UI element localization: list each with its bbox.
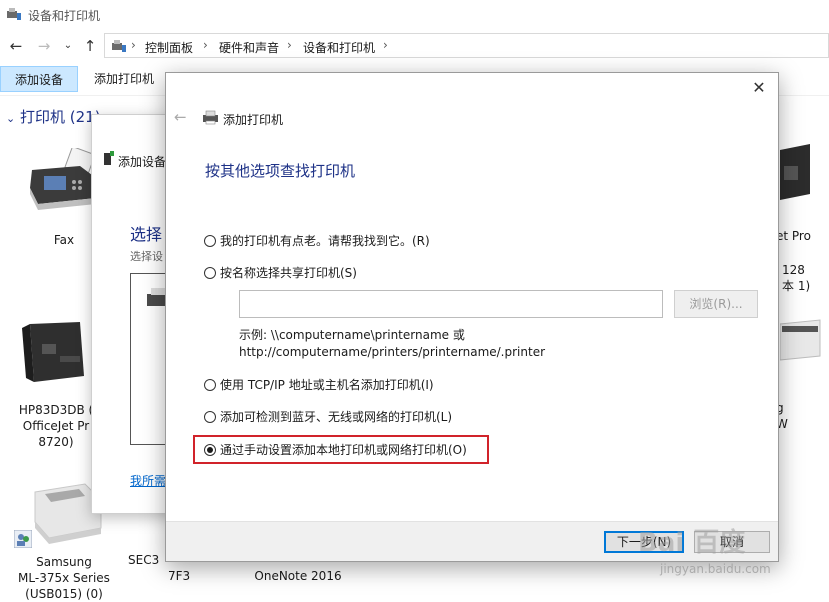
add-device-subtitle: 选择设 — [130, 250, 163, 263]
navigation-bar: ← → ⌄ ↑ › 控制面板 › 硬件和声音 › 设备和打印机 › — [0, 30, 829, 62]
back-arrow-icon[interactable]: ← — [6, 36, 26, 56]
radio-button[interactable] — [204, 267, 216, 279]
shared-printer-name-input[interactable] — [239, 290, 663, 318]
radio-button[interactable] — [204, 235, 216, 247]
device-right-2-label: 128 本 1) — [782, 262, 829, 294]
watermark-logo: Bai 百度 — [638, 528, 746, 558]
option-label: 按名称选择共享打印机(S) — [220, 266, 357, 280]
option-label: 使用 TCP/IP 地址或主机名添加打印机(I) — [220, 378, 434, 392]
printer-icon — [780, 144, 810, 200]
device-label: g W — [776, 401, 788, 431]
recent-locations-chevron-icon[interactable]: ⌄ — [58, 36, 78, 56]
option-tcpip[interactable]: 使用 TCP/IP 地址或主机名添加打印机(I) — [204, 376, 434, 394]
control-panel-icon — [112, 40, 126, 52]
window-title: 设备和打印机 — [28, 9, 101, 23]
device-hp-officejet[interactable]: HP83D3DB ( OfficeJet Pr 8720) — [8, 316, 104, 450]
breadcrumb-separator-icon: › — [131, 38, 136, 52]
printer-icon — [203, 110, 218, 125]
forward-arrow-icon[interactable]: → — [34, 36, 54, 56]
option-shared-by-name[interactable]: 按名称选择共享打印机(S) — [204, 264, 357, 282]
up-arrow-icon[interactable]: ↑ — [80, 36, 100, 56]
add-device-heading: 选择 — [130, 225, 163, 244]
printer-icon — [22, 322, 84, 382]
shared-users-icon — [14, 530, 32, 548]
option-bluetooth-wireless[interactable]: 添加可检测到蓝牙、无线或网络的打印机(L) — [204, 408, 452, 426]
device-label: 128 本 1) — [782, 263, 811, 293]
help-link[interactable]: 我所需 — [130, 472, 166, 489]
add-printer-button[interactable]: 添加打印机 — [80, 66, 168, 92]
add-printer-dialog: ✕ ← 添加打印机 按其他选项查找打印机 我的打印机有点老。请帮我找到它。(R)… — [165, 72, 779, 562]
device-label: HP83D3DB ( OfficeJet Pr 8720) — [18, 403, 93, 449]
breadcrumb-hardware-sound[interactable]: 硬件和声音 — [219, 39, 279, 56]
baidu-watermark: Bai 百度 jingyan.baidu.com — [620, 512, 790, 576]
breadcrumb-separator-icon: › — [203, 38, 208, 52]
watermark-url: jingyan.baidu.com — [660, 562, 771, 576]
example-text: 示例: \\computername\printername 或 http://… — [239, 327, 545, 361]
breadcrumb-separator-icon: › — [383, 38, 388, 52]
example-line-2: http://computername/printers/printername… — [239, 345, 546, 359]
breadcrumb-devices-printers[interactable]: 设备和打印机 — [303, 39, 375, 56]
close-icon[interactable]: ✕ — [748, 77, 770, 99]
red-highlight-box — [193, 435, 489, 464]
device-right-1[interactable] — [780, 140, 829, 210]
device-label: et Pro — [776, 229, 811, 243]
chevron-down-icon: ⌄ — [6, 112, 16, 125]
device-label: OneNote 2016 — [254, 569, 342, 583]
breadcrumb-control-panel[interactable]: 控制面板 — [145, 39, 193, 56]
back-arrow-icon[interactable]: ← — [174, 108, 187, 126]
radio-button[interactable] — [204, 411, 216, 423]
breadcrumb-separator-icon: › — [287, 38, 292, 52]
device-right-1-label: et Pro — [776, 228, 829, 244]
option-label: 添加可检测到蓝牙、无线或网络的打印机(L) — [220, 410, 453, 424]
browse-button[interactable]: 浏览(R)... — [674, 290, 758, 318]
address-bar[interactable]: › 控制面板 › 硬件和声音 › 设备和打印机 › — [104, 33, 829, 58]
printers-group-header[interactable]: ⌄ 打印机 (21) — [6, 106, 101, 127]
option-label: 我的打印机有点老。请帮我找到它。(R) — [220, 234, 430, 248]
device-sec-sub: 7F3 — [168, 568, 208, 584]
example-line-1: 示例: \\computername\printername 或 — [239, 328, 465, 342]
radio-button[interactable] — [204, 379, 216, 391]
device-label: Samsung ML-375x Series (USB015) (0) — [18, 555, 110, 601]
dialog-heading: 按其他选项查找打印机 — [205, 162, 356, 180]
devices-printers-icon — [7, 8, 21, 20]
printer-icon — [780, 319, 821, 361]
group-label: 打印机 (21) — [20, 108, 101, 126]
window-titlebar: 设备和打印机 — [0, 0, 829, 30]
device-label: 7F3 — [168, 569, 191, 583]
add-device-button[interactable]: 添加设备 — [0, 66, 79, 92]
device-right-3[interactable] — [780, 316, 829, 376]
add-device-title: 添加设备 — [118, 155, 167, 169]
dialog-title: 添加打印机 — [223, 113, 284, 127]
option-old-printer[interactable]: 我的打印机有点老。请帮我找到它。(R) — [204, 232, 430, 250]
device-onenote[interactable]: OneNote 2016 — [248, 568, 348, 584]
add-device-icon — [104, 151, 114, 165]
device-right-3-label: g W — [776, 400, 829, 432]
